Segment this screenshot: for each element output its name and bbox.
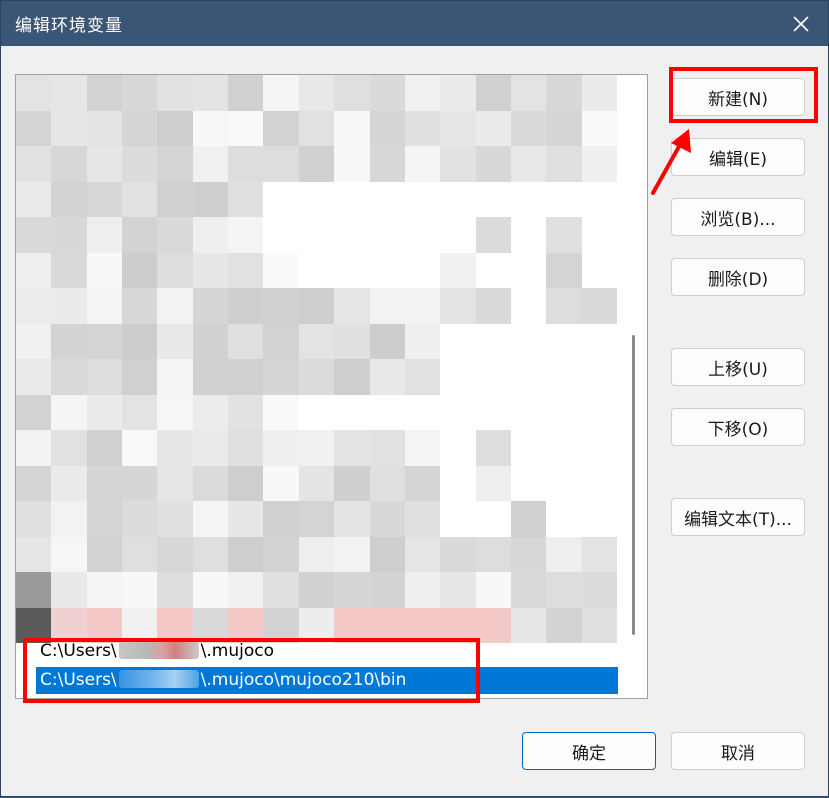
scrollbar-thumb[interactable] xyxy=(632,335,635,635)
path-prefix: C:\Users\ xyxy=(40,670,117,690)
window-title: 编辑环境变量 xyxy=(15,16,123,36)
ok-button[interactable]: 确定 xyxy=(522,732,656,770)
title-bar[interactable]: 编辑环境变量 xyxy=(1,1,828,46)
vertical-scrollbar[interactable] xyxy=(621,75,647,698)
list-item-selected[interactable]: C:\Users\ \.mujoco\mujoco210\bin xyxy=(36,667,618,694)
redacted-username xyxy=(118,641,199,659)
dialog-content: C:\Users\ \.mujoco C:\Users\ \.mujoco\mujo… xyxy=(1,46,828,796)
path-suffix: \.mujoco xyxy=(200,641,275,661)
browse-button[interactable]: 浏览(B)... xyxy=(671,198,805,236)
cancel-button[interactable]: 取消 xyxy=(671,732,805,770)
path-prefix: C:\Users\ xyxy=(40,641,117,661)
move-up-button[interactable]: 上移(U) xyxy=(671,348,805,386)
delete-button[interactable]: 删除(D) xyxy=(671,258,805,296)
redacted-username xyxy=(118,670,199,688)
close-icon xyxy=(793,15,809,32)
edit-button[interactable]: 编辑(E) xyxy=(671,138,805,176)
close-button[interactable] xyxy=(774,1,828,46)
list-item[interactable]: C:\Users\ \.mujoco xyxy=(36,638,618,665)
path-listbox[interactable]: C:\Users\ \.mujoco C:\Users\ \.mujoco\mujo… xyxy=(15,74,648,699)
edit-text-button[interactable]: 编辑文本(T)... xyxy=(671,498,805,536)
blurred-list-entries xyxy=(16,75,617,643)
move-down-button[interactable]: 下移(O) xyxy=(671,408,805,446)
edit-env-var-dialog: 编辑环境变量 C:\Users\ \.mujoco C:\Users\ \.mujo… xyxy=(0,0,829,797)
new-button[interactable]: 新建(N) xyxy=(671,78,805,116)
path-suffix: \.mujoco\mujoco210\bin xyxy=(200,670,407,690)
